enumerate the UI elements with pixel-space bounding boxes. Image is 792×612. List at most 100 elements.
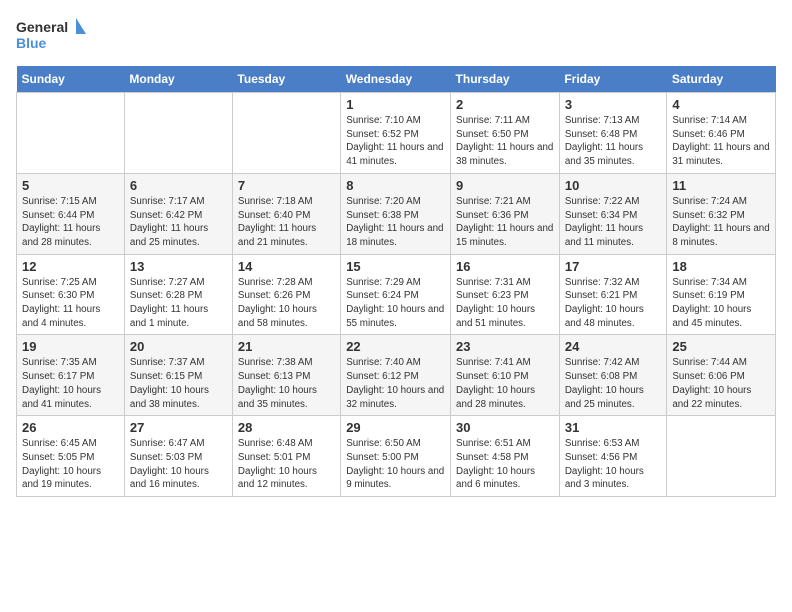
calendar-table: SundayMondayTuesdayWednesdayThursdayFrid… bbox=[16, 66, 776, 497]
calendar-cell: 9 Sunrise: 7:21 AM Sunset: 6:36 PM Daylig… bbox=[451, 173, 560, 254]
day-number: 24 bbox=[565, 339, 662, 354]
calendar-cell: 20 Sunrise: 7:37 AM Sunset: 6:15 PM Dayli… bbox=[124, 335, 232, 416]
day-number: 12 bbox=[22, 259, 119, 274]
calendar-cell: 3 Sunrise: 7:13 AM Sunset: 6:48 PM Daylig… bbox=[559, 93, 667, 174]
header-row: SundayMondayTuesdayWednesdayThursdayFrid… bbox=[17, 66, 776, 93]
day-info: Sunrise: 7:24 AM Sunset: 6:32 PM Dayligh… bbox=[672, 195, 770, 250]
calendar-cell: 16Sunrise: 7:31 AM Sunset: 6:23 PM Dayli… bbox=[451, 254, 560, 335]
calendar-week-3: 12 Sunrise: 7:25 AM Sunset: 6:30 PM Dayli… bbox=[17, 254, 776, 335]
calendar-cell: 30 Sunrise: 6:51 AM Sunset: 4:58 PM Dayli… bbox=[451, 416, 560, 497]
day-number: 6 bbox=[130, 178, 227, 193]
calendar-cell: 11Sunrise: 7:24 AM Sunset: 6:32 PM Dayli… bbox=[667, 173, 776, 254]
day-info: Sunrise: 6:53 AM Sunset: 4:56 PM Dayligh… bbox=[565, 437, 662, 492]
calendar-cell: 26 Sunrise: 6:45 AM Sunset: 5:05 PM Dayli… bbox=[17, 416, 125, 497]
day-number: 19 bbox=[22, 339, 119, 354]
day-number: 26 bbox=[22, 420, 119, 435]
calendar-cell: 12 Sunrise: 7:25 AM Sunset: 6:30 PM Dayli… bbox=[17, 254, 125, 335]
day-info: Sunrise: 7:37 AM Sunset: 6:15 PM Dayligh… bbox=[130, 356, 227, 411]
calendar-cell: 18 Sunrise: 7:34 AM Sunset: 6:19 PM Dayli… bbox=[667, 254, 776, 335]
logo-svg: General Blue bbox=[16, 16, 86, 56]
day-info: Sunrise: 6:45 AM Sunset: 5:05 PM Dayligh… bbox=[22, 437, 119, 492]
day-number: 2 bbox=[456, 97, 554, 112]
day-number: 25 bbox=[672, 339, 770, 354]
day-info: Sunrise: 7:10 AM Sunset: 6:52 PM Dayligh… bbox=[346, 114, 445, 169]
svg-text:Blue: Blue bbox=[16, 35, 47, 51]
day-number: 3 bbox=[565, 97, 662, 112]
day-info: Sunrise: 7:29 AM Sunset: 6:24 PM Dayligh… bbox=[346, 276, 445, 331]
calendar-week-2: 5 Sunrise: 7:15 AM Sunset: 6:44 PM Daylig… bbox=[17, 173, 776, 254]
day-header-saturday: Saturday bbox=[667, 66, 776, 93]
day-number: 13 bbox=[130, 259, 227, 274]
calendar-week-5: 26 Sunrise: 6:45 AM Sunset: 5:05 PM Dayli… bbox=[17, 416, 776, 497]
day-info: Sunrise: 7:42 AM Sunset: 6:08 PM Dayligh… bbox=[565, 356, 662, 411]
calendar-cell bbox=[667, 416, 776, 497]
day-number: 10 bbox=[565, 178, 662, 193]
day-number: 16 bbox=[456, 259, 554, 274]
calendar-week-4: 19Sunrise: 7:35 AM Sunset: 6:17 PM Dayli… bbox=[17, 335, 776, 416]
day-number: 27 bbox=[130, 420, 227, 435]
day-info: Sunrise: 7:15 AM Sunset: 6:44 PM Dayligh… bbox=[22, 195, 119, 250]
day-info: Sunrise: 7:25 AM Sunset: 6:30 PM Dayligh… bbox=[22, 276, 119, 331]
day-number: 18 bbox=[672, 259, 770, 274]
day-number: 5 bbox=[22, 178, 119, 193]
calendar-cell: 25 Sunrise: 7:44 AM Sunset: 6:06 PM Dayli… bbox=[667, 335, 776, 416]
day-number: 20 bbox=[130, 339, 227, 354]
svg-text:General: General bbox=[16, 19, 68, 35]
calendar-cell: 13 Sunrise: 7:27 AM Sunset: 6:28 PM Dayli… bbox=[124, 254, 232, 335]
day-info: Sunrise: 7:34 AM Sunset: 6:19 PM Dayligh… bbox=[672, 276, 770, 331]
day-header-thursday: Thursday bbox=[451, 66, 560, 93]
day-info: Sunrise: 7:27 AM Sunset: 6:28 PM Dayligh… bbox=[130, 276, 227, 331]
calendar-cell: 22 Sunrise: 7:40 AM Sunset: 6:12 PM Dayli… bbox=[341, 335, 451, 416]
calendar-cell: 14Sunrise: 7:28 AM Sunset: 6:26 PM Dayli… bbox=[232, 254, 340, 335]
day-number: 21 bbox=[238, 339, 335, 354]
day-header-sunday: Sunday bbox=[17, 66, 125, 93]
day-info: Sunrise: 7:14 AM Sunset: 6:46 PM Dayligh… bbox=[672, 114, 770, 169]
calendar-cell: 19Sunrise: 7:35 AM Sunset: 6:17 PM Dayli… bbox=[17, 335, 125, 416]
calendar-cell: 8Sunrise: 7:20 AM Sunset: 6:38 PM Daylig… bbox=[341, 173, 451, 254]
day-number: 7 bbox=[238, 178, 335, 193]
calendar-cell: 17Sunrise: 7:32 AM Sunset: 6:21 PM Dayli… bbox=[559, 254, 667, 335]
calendar-cell bbox=[232, 93, 340, 174]
calendar-cell: 31 Sunrise: 6:53 AM Sunset: 4:56 PM Dayli… bbox=[559, 416, 667, 497]
calendar-cell: 5 Sunrise: 7:15 AM Sunset: 6:44 PM Daylig… bbox=[17, 173, 125, 254]
calendar-cell: 15 Sunrise: 7:29 AM Sunset: 6:24 PM Dayli… bbox=[341, 254, 451, 335]
day-number: 15 bbox=[346, 259, 445, 274]
calendar-cell: 6Sunrise: 7:17 AM Sunset: 6:42 PM Daylig… bbox=[124, 173, 232, 254]
day-info: Sunrise: 7:38 AM Sunset: 6:13 PM Dayligh… bbox=[238, 356, 335, 411]
calendar-cell bbox=[124, 93, 232, 174]
day-number: 29 bbox=[346, 420, 445, 435]
day-info: Sunrise: 7:20 AM Sunset: 6:38 PM Dayligh… bbox=[346, 195, 445, 250]
day-number: 4 bbox=[672, 97, 770, 112]
day-info: Sunrise: 7:32 AM Sunset: 6:21 PM Dayligh… bbox=[565, 276, 662, 331]
day-info: Sunrise: 6:51 AM Sunset: 4:58 PM Dayligh… bbox=[456, 437, 554, 492]
calendar-cell: 7 Sunrise: 7:18 AM Sunset: 6:40 PM Daylig… bbox=[232, 173, 340, 254]
day-number: 22 bbox=[346, 339, 445, 354]
day-number: 9 bbox=[456, 178, 554, 193]
calendar-cell bbox=[17, 93, 125, 174]
day-info: Sunrise: 6:48 AM Sunset: 5:01 PM Dayligh… bbox=[238, 437, 335, 492]
calendar-cell: 29Sunrise: 6:50 AM Sunset: 5:00 PM Dayli… bbox=[341, 416, 451, 497]
calendar-cell: 4 Sunrise: 7:14 AM Sunset: 6:46 PM Daylig… bbox=[667, 93, 776, 174]
day-info: Sunrise: 7:44 AM Sunset: 6:06 PM Dayligh… bbox=[672, 356, 770, 411]
day-info: Sunrise: 7:28 AM Sunset: 6:26 PM Dayligh… bbox=[238, 276, 335, 331]
day-number: 28 bbox=[238, 420, 335, 435]
day-info: Sunrise: 7:18 AM Sunset: 6:40 PM Dayligh… bbox=[238, 195, 335, 250]
day-info: Sunrise: 7:21 AM Sunset: 6:36 PM Dayligh… bbox=[456, 195, 554, 250]
page-header: General Blue bbox=[16, 16, 776, 56]
calendar-cell: 27 Sunrise: 6:47 AM Sunset: 5:03 PM Dayli… bbox=[124, 416, 232, 497]
day-header-monday: Monday bbox=[124, 66, 232, 93]
day-number: 30 bbox=[456, 420, 554, 435]
day-info: Sunrise: 7:41 AM Sunset: 6:10 PM Dayligh… bbox=[456, 356, 554, 411]
day-info: Sunrise: 6:47 AM Sunset: 5:03 PM Dayligh… bbox=[130, 437, 227, 492]
calendar-cell: 2 Sunrise: 7:11 AM Sunset: 6:50 PM Daylig… bbox=[451, 93, 560, 174]
day-info: Sunrise: 7:11 AM Sunset: 6:50 PM Dayligh… bbox=[456, 114, 554, 169]
day-number: 1 bbox=[346, 97, 445, 112]
day-number: 31 bbox=[565, 420, 662, 435]
calendar-cell: 23Sunrise: 7:41 AM Sunset: 6:10 PM Dayli… bbox=[451, 335, 560, 416]
day-info: Sunrise: 7:40 AM Sunset: 6:12 PM Dayligh… bbox=[346, 356, 445, 411]
day-info: Sunrise: 7:13 AM Sunset: 6:48 PM Dayligh… bbox=[565, 114, 662, 169]
calendar-cell: 1 Sunrise: 7:10 AM Sunset: 6:52 PM Daylig… bbox=[341, 93, 451, 174]
calendar-cell: 10Sunrise: 7:22 AM Sunset: 6:34 PM Dayli… bbox=[559, 173, 667, 254]
day-header-tuesday: Tuesday bbox=[232, 66, 340, 93]
calendar-cell: 28 Sunrise: 6:48 AM Sunset: 5:01 PM Dayli… bbox=[232, 416, 340, 497]
